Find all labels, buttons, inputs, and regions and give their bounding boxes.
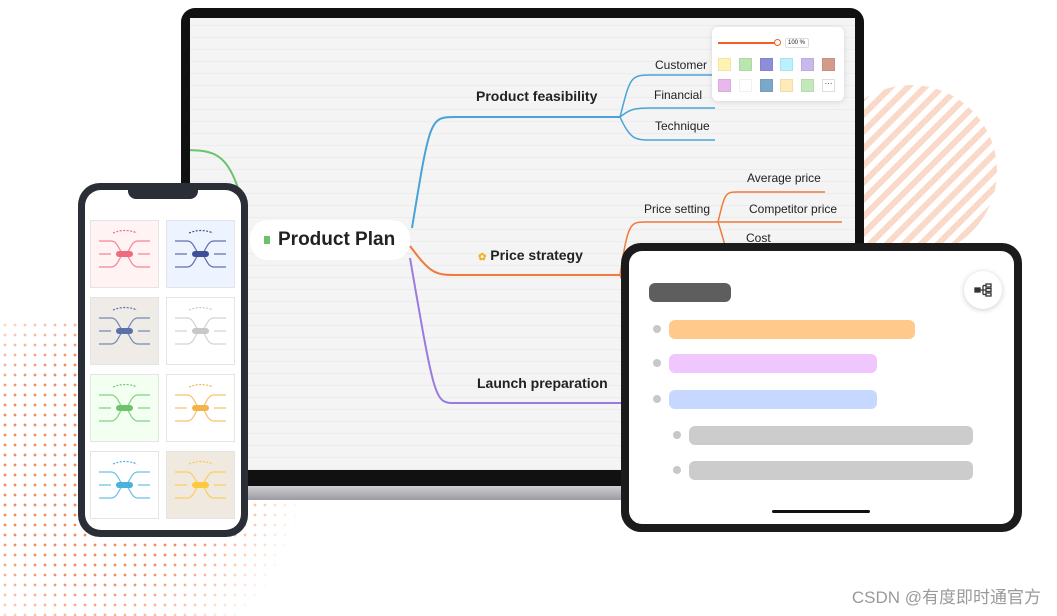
template-preview: [175, 460, 226, 499]
bullet-dot: [653, 359, 661, 367]
star-icon: ✿: [478, 252, 487, 263]
template-preview: [99, 460, 150, 499]
color-swatch[interactable]: [801, 58, 815, 71]
zoom-input[interactable]: 100 %: [785, 38, 809, 48]
node-product-feasibility[interactable]: Product feasibility: [476, 88, 597, 104]
bullet-dot: [653, 325, 661, 333]
phone-notch: [128, 189, 198, 199]
color-swatch[interactable]: [738, 79, 752, 92]
template-preview: [175, 229, 226, 268]
template-preview: [175, 383, 226, 422]
template-thumbnail[interactable]: [90, 220, 159, 288]
outline-item[interactable]: [669, 390, 877, 409]
node-financial[interactable]: Financial: [654, 88, 702, 102]
watermark: CSDN @有度即时通官方: [851, 588, 1041, 607]
bullet-dot: [673, 431, 681, 439]
template-preview: [175, 306, 226, 345]
bullet-dot: [673, 466, 681, 474]
template-thumbnail[interactable]: [90, 451, 159, 519]
template-thumbnail[interactable]: [90, 374, 159, 442]
template-thumbnail[interactable]: [166, 220, 235, 288]
color-swatch[interactable]: [822, 58, 835, 71]
home-indicator: [772, 510, 870, 513]
template-thumbnail[interactable]: [90, 297, 159, 365]
template-thumbnail[interactable]: [166, 297, 235, 365]
opacity-slider-track[interactable]: [718, 42, 776, 44]
template-thumbnail[interactable]: [166, 374, 235, 442]
color-swatch[interactable]: [780, 58, 794, 71]
node-price-setting[interactable]: Price setting: [644, 202, 710, 216]
node-price-strategy[interactable]: ✿ Price strategy: [478, 247, 583, 263]
color-swatch[interactable]: [759, 79, 773, 92]
outline-item[interactable]: [669, 320, 915, 339]
mindmap-view-icon[interactable]: [964, 271, 1002, 309]
outline-item[interactable]: [669, 354, 877, 373]
color-swatch[interactable]: [718, 79, 731, 92]
template-preview: [99, 383, 150, 422]
bullet-dot: [653, 395, 661, 403]
template-preview: [99, 306, 150, 345]
outline-item[interactable]: [649, 283, 731, 302]
connector-feasibility: [411, 116, 620, 229]
opacity-slider-handle[interactable]: [774, 39, 781, 46]
template-preview: [99, 229, 150, 268]
color-swatch[interactable]: [801, 79, 815, 92]
more-colors-button[interactable]: ···: [822, 79, 835, 92]
style-panel: 100 % ···: [712, 27, 844, 101]
outline-view: [629, 251, 1014, 524]
node-launch-preparation[interactable]: Launch preparation: [477, 375, 608, 391]
node-customer[interactable]: Customer: [655, 58, 707, 72]
node-average-price[interactable]: Average price: [747, 171, 821, 185]
template-thumbnail[interactable]: [166, 451, 235, 519]
node-technique[interactable]: Technique: [655, 119, 710, 133]
color-swatch[interactable]: [759, 58, 773, 71]
outline-item[interactable]: [689, 461, 973, 480]
color-swatch[interactable]: [780, 79, 794, 92]
color-swatch[interactable]: [718, 58, 731, 71]
node-icon: [264, 236, 270, 244]
color-swatch[interactable]: [738, 58, 752, 71]
template-gallery: [85, 190, 241, 530]
root-node[interactable]: Product Plan: [250, 220, 410, 260]
node-competitor-price[interactable]: Competitor price: [749, 202, 837, 216]
outline-item[interactable]: [689, 426, 973, 445]
connector-financial: [619, 107, 715, 118]
